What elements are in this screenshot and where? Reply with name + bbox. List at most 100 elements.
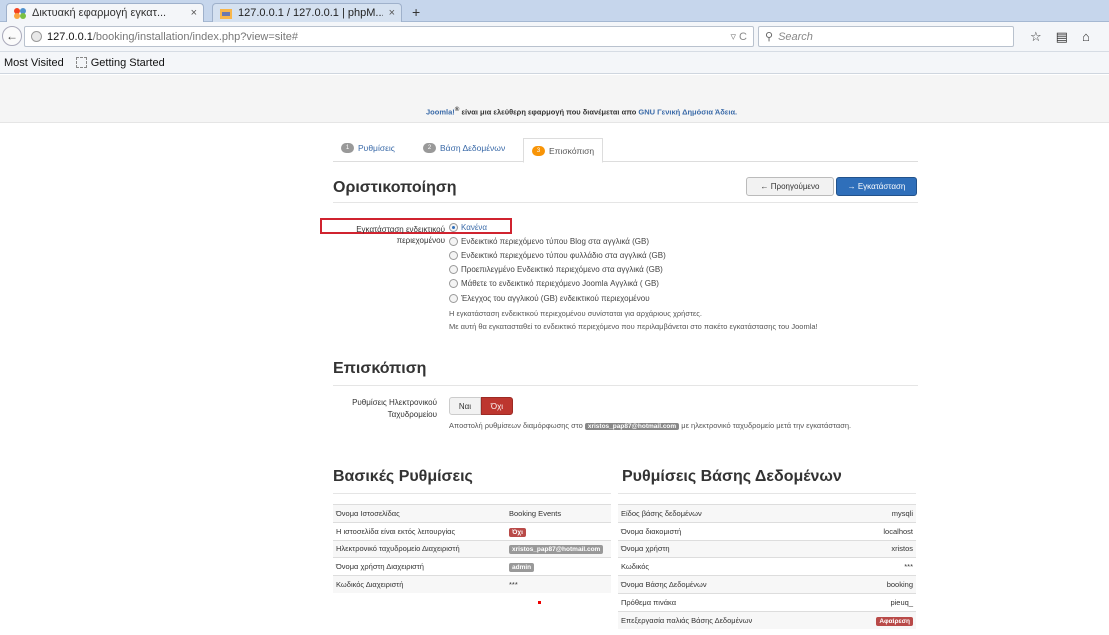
radio-test[interactable]: Έλεγχος του αγγλικού (GB) ενδεικτικού πε… [449, 291, 666, 305]
radio-label: Έλεγχος του αγγλικού (GB) ενδεικτικού πε… [461, 293, 650, 303]
sample-content-label: Εγκατάσταση ενδεικτικού περιεχομένου [356, 225, 445, 245]
database-settings-title: Ρυθμίσεις Βάσης Δεδομένων [622, 468, 842, 485]
status-badge: Αφαίρεση [876, 616, 913, 626]
row-label: Όνομα χρήστη [618, 539, 836, 558]
finalization-title: Οριστικοποίηση [333, 179, 457, 196]
step-number: 2 [423, 143, 436, 153]
url-host: 127.0.0.1 [47, 30, 93, 43]
radio-label: Προεπιλεγμένο Ενδεικτικό περιεχόμενο στα… [461, 265, 663, 275]
bookmark-label: Getting Started [90, 56, 165, 69]
toolbar-icons: ☆ ▤ ⌂ [1030, 29, 1090, 45]
basic-settings-title: Βασικές Ρυθμίσεις [333, 468, 473, 485]
table-row: Είδος βάσης δεδομένων mysqli [618, 504, 916, 523]
sample-help-1: Η εγκατάσταση ενδεικτικού περιεχομένου σ… [449, 309, 702, 318]
basic-settings-table: Όνομα Ιστοσελίδας Booking Events Η ιστοσε… [333, 504, 611, 594]
install-steps: 1 Ρυθμίσεις 2 Βάση Δεδομένων 3 Επισκόπιση [333, 138, 918, 163]
step-label: Ρυθμίσεις [358, 143, 395, 153]
radio-brochure[interactable]: Ενδεικτικό περιεχόμενο τύπου φυλλάδιο στ… [449, 248, 666, 262]
table-row: Κωδικός *** [618, 557, 916, 576]
table-row: Πρόθεμα πινάκα pieuq_ [618, 592, 916, 612]
email-help-text: με ηλεκτρονικό ταχυδρομείο μετά την εγκα… [679, 421, 852, 430]
back-button[interactable]: ← [2, 26, 22, 46]
search-icon: ⚲ [765, 31, 774, 43]
radio-label: Κανένα [461, 222, 488, 232]
tab-title: Δικτυακή εφαρμογή εγκατ... [32, 7, 167, 19]
status-badge: admin [509, 563, 535, 573]
new-tab-button[interactable]: + [412, 4, 420, 20]
joomla-link[interactable]: Joomla! [426, 108, 455, 117]
tab-settings[interactable]: 1 Ρυθμίσεις [341, 143, 395, 153]
bookmark-most-visited[interactable]: Most Visited [0, 57, 64, 69]
table-row: Επεξεργασία παλιάς Βάσης Δεδομένων Αφαίρε… [618, 610, 916, 630]
radio-default[interactable]: Προεπιλεγμένο Ενδεικτικό περιεχόμενο στα… [449, 263, 666, 277]
divider [618, 493, 916, 494]
home-icon[interactable]: ⌂ [1082, 29, 1090, 45]
row-label: Όνομα Ιστοσελίδας [333, 504, 506, 523]
bookmark-label: Most Visited [4, 56, 64, 69]
radio-icon [449, 265, 458, 275]
row-value: Booking Events [506, 504, 611, 523]
row-value: Όχι [506, 521, 611, 541]
radio-learn[interactable]: Μάθετε το ενδεικτικό περιεχόμενο Joomla … [449, 277, 666, 291]
divider [333, 493, 611, 494]
bookmark-star-icon[interactable]: ☆ [1030, 29, 1042, 45]
radio-blog[interactable]: Ενδεικτικό περιεχόμενο τύπου Blog στα αγ… [449, 234, 666, 248]
install-button[interactable]: → Εγκατάσταση [836, 177, 917, 196]
globe-icon [31, 31, 42, 42]
row-label: Όνομα διακομιστή [618, 521, 836, 541]
row-label: Πρόθεμα πινάκα [618, 592, 836, 612]
url-bar[interactable]: 127.0.0.1/booking/installation/index.php… [24, 26, 754, 47]
row-label: Κωδικός [618, 557, 836, 576]
radio-label: Ενδεικτικό περιεχόμενο τύπου φυλλάδιο στ… [461, 250, 666, 260]
yes-button[interactable]: Ναι [449, 397, 481, 415]
nav-bar: ← 127.0.0.1/booking/installation/index.p… [0, 22, 1109, 52]
radio-none[interactable]: Κανένα [449, 220, 666, 234]
close-icon[interactable]: × [191, 7, 197, 19]
step-number: 1 [341, 143, 354, 153]
tab-database[interactable]: 2 Βάση Δεδομένων [423, 143, 505, 153]
search-input[interactable]: ⚲ Search [758, 26, 1014, 47]
divider [333, 202, 918, 203]
row-value: xristos [836, 539, 916, 558]
tab-overview[interactable]: 3 Επισκόπιση [523, 138, 604, 163]
gpl-link[interactable]: GNU Γενική Δημόσια Άδεια. [638, 108, 737, 117]
tab-strip: Δικτυακή εφαρμογή εγκατ... × 127.0.0.1 /… [0, 0, 1109, 22]
table-row: Κωδικός Διαχειριστή *** [333, 575, 611, 594]
reading-list-icon[interactable]: ▤ [1056, 29, 1068, 45]
row-value: admin [506, 557, 611, 576]
sample-content-options: Κανένα Ενδεικτικό περιεχόμενο τύπου Blog… [449, 220, 666, 305]
close-icon[interactable]: × [389, 7, 395, 19]
row-value: booking [836, 575, 916, 594]
email-help-text: Αποστολή ρυθμίσεων διαμόρφωσης στο [449, 421, 585, 430]
radio-label: Ενδεικτικό περιεχόμενο τύπου Blog στα αγ… [461, 236, 649, 246]
no-button[interactable]: Όχι [481, 397, 513, 415]
reload-icon[interactable]: ▿ C [730, 30, 747, 43]
row-value: mysqli [836, 504, 916, 523]
radio-icon [449, 293, 458, 303]
radio-icon [449, 279, 458, 289]
folder-icon [75, 57, 87, 68]
divider [333, 385, 918, 386]
email-toggle: Ναι Όχι [449, 397, 513, 415]
overview-title: Επισκόπιση [333, 360, 427, 377]
license-body: είναι μια ελεύθερη εφαρμογή που διανέμετ… [459, 107, 639, 117]
row-label: Κωδικός Διαχειριστή [333, 575, 506, 594]
row-value: pieuq_ [836, 592, 916, 612]
radio-label: Μάθετε το ενδεικτικό περιεχόμενο Joomla … [461, 279, 659, 289]
previous-button[interactable]: ← Προηγούμενο [746, 177, 834, 196]
license-text: Joomla!® είναι μια ελεύθερη εφαρμογή που… [426, 106, 737, 117]
row-label: Επεξεργασία παλιάς Βάσης Δεδομένων [618, 610, 836, 630]
table-row: Όνομα διακομιστή localhost [618, 521, 916, 541]
radio-icon [449, 250, 458, 260]
table-row: Όνομα χρήστη Διαχειριστή admin [333, 557, 611, 576]
tab-phpmyadmin[interactable]: 127.0.0.1 / 127.0.0.1 | phpM... × [212, 3, 402, 22]
row-label: Όνομα χρήστη Διαχειριστή [333, 557, 506, 576]
sample-help-2: Με αυτή θα εγκατασταθεί το ενδεικτικό πε… [449, 322, 818, 331]
email-help: Αποστολή ρυθμίσεων διαμόρφωσης στο xrist… [449, 420, 914, 432]
tab-joomla-install[interactable]: Δικτυακή εφαρμογή εγκατ... × [6, 3, 204, 22]
table-row: Όνομα χρήστη xristos [618, 539, 916, 558]
step-label: Επισκόπιση [549, 145, 595, 156]
bookmark-getting-started[interactable]: Getting Started [75, 56, 165, 69]
step-label: Βάση Δεδομένων [440, 143, 506, 153]
status-badge: Όχι [509, 527, 526, 537]
